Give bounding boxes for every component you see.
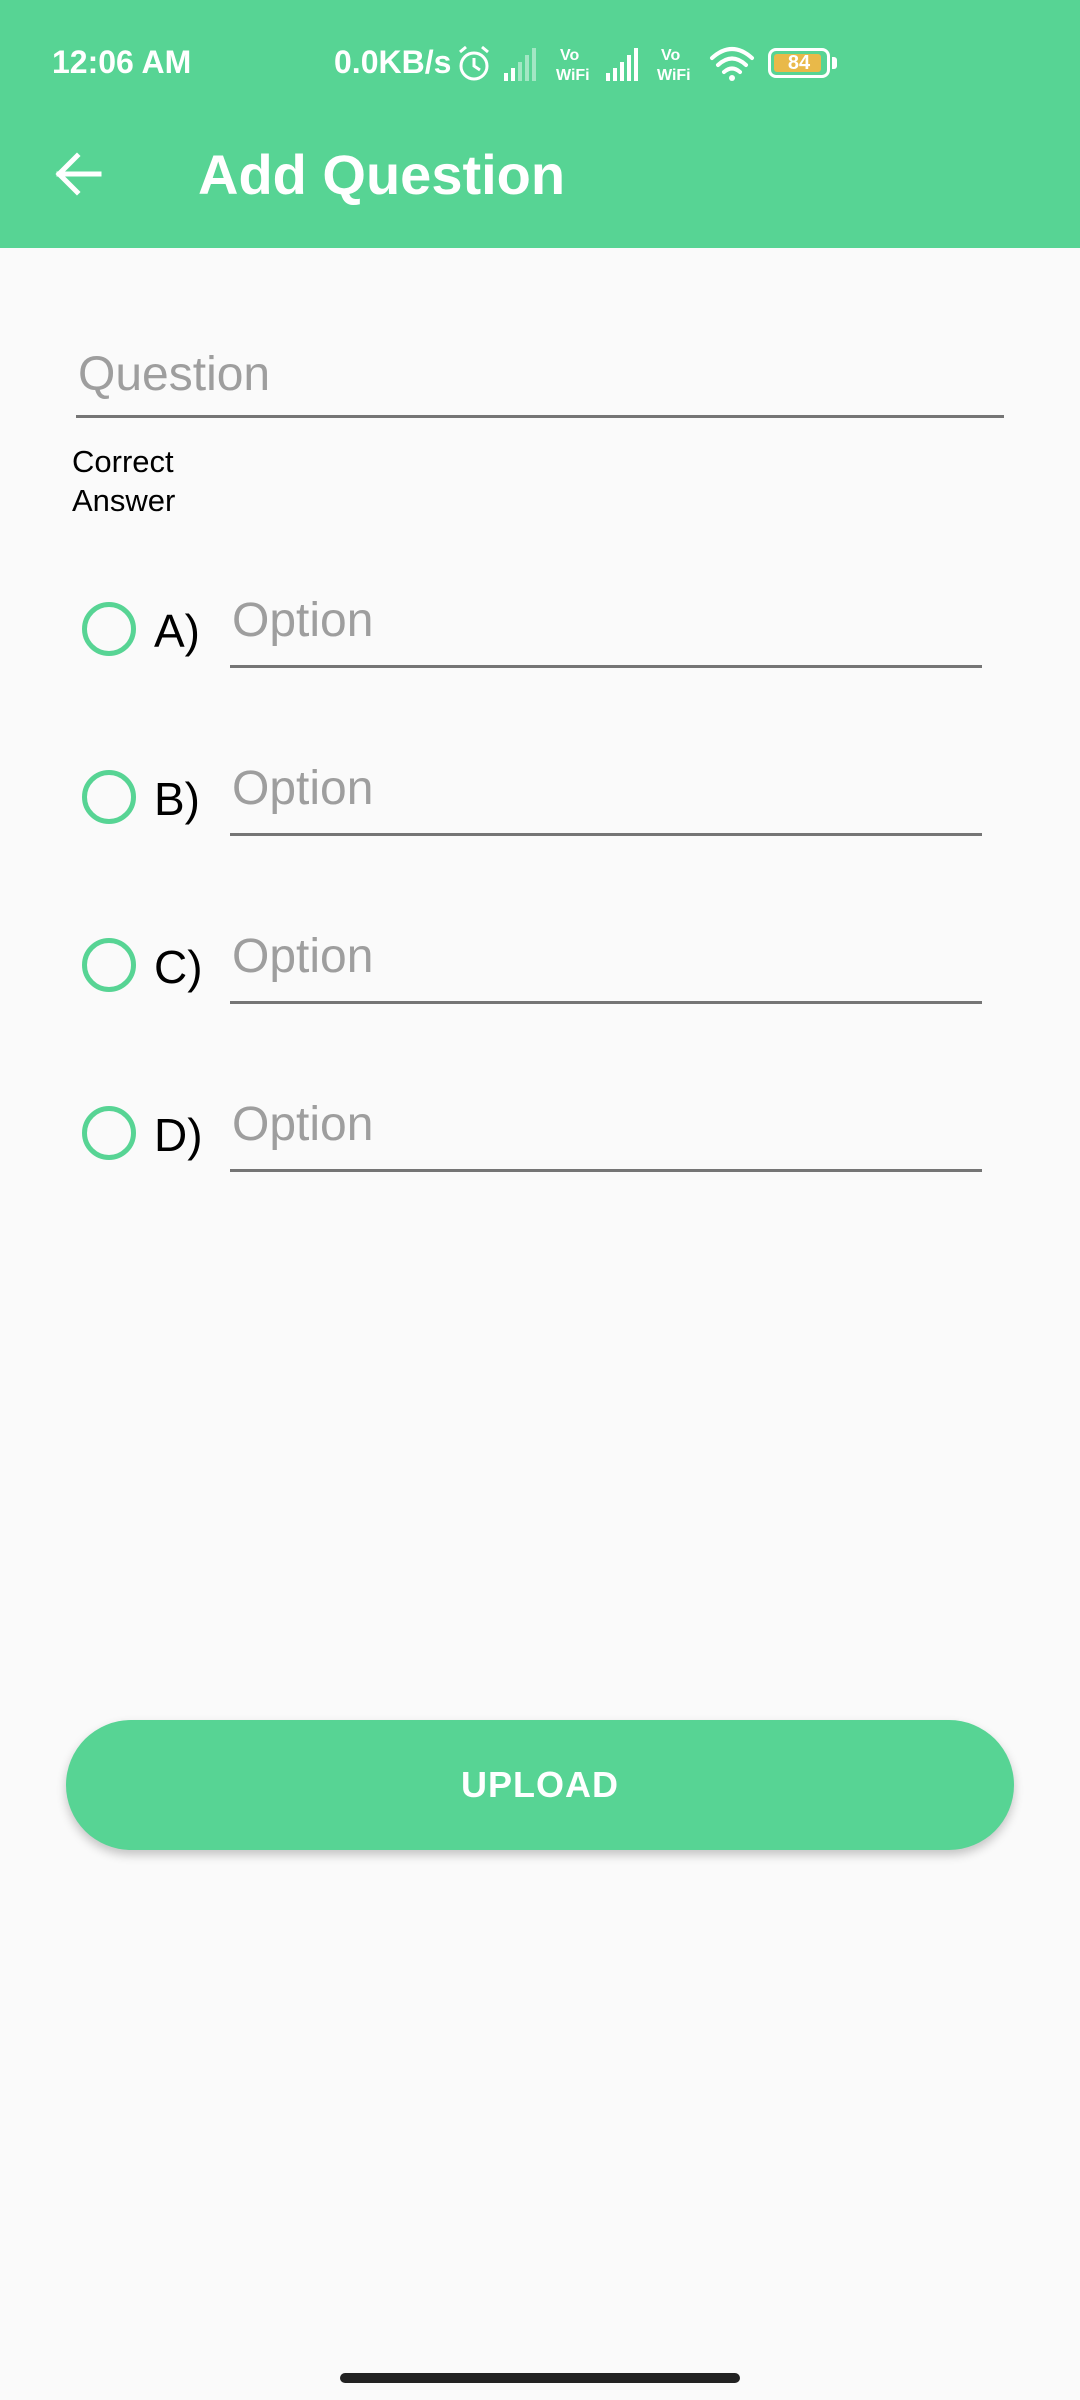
vowifi-2-icon: Vo WiFi: [657, 47, 691, 84]
status-icon-strip: Vo WiFi Vo WiFi: [459, 45, 754, 84]
status-bar: 12:06 AM 0.0KB/s Vo WiFi Vo WiFi 84: [0, 0, 1080, 130]
svg-text:Vo: Vo: [560, 47, 579, 64]
status-time: 12:06 AM: [52, 44, 192, 80]
app-bar: 12:06 AM 0.0KB/s Vo WiFi Vo WiFi 84 Add …: [0, 0, 1080, 248]
option-c-input[interactable]: [230, 922, 982, 1004]
upload-button[interactable]: UPLOAD: [66, 1720, 1014, 1850]
option-row-a: A): [0, 578, 1080, 678]
vowifi-1-icon: Vo WiFi: [556, 47, 590, 84]
radio-option-b[interactable]: [82, 770, 136, 824]
network-speed: 0.0KB/s: [334, 44, 452, 80]
option-row-d: D): [0, 1082, 1080, 1182]
question-input[interactable]: [76, 344, 1004, 418]
correct-answer-label: Correct Answer: [72, 444, 176, 518]
radio-option-a[interactable]: [82, 602, 136, 656]
battery-level: 84: [787, 52, 811, 74]
svg-text:Vo: Vo: [661, 47, 680, 64]
svg-text:WiFi: WiFi: [657, 67, 691, 84]
option-row-b: B): [0, 746, 1080, 846]
option-d-input[interactable]: [230, 1090, 982, 1172]
radio-option-c[interactable]: [82, 938, 136, 992]
back-button[interactable]: [40, 136, 116, 212]
page-title: Add Question: [198, 143, 566, 206]
radio-option-d[interactable]: [82, 1106, 136, 1160]
battery-icon: 84: [768, 48, 830, 78]
arrow-left-icon: [55, 152, 102, 196]
signal-2-icon: [606, 48, 638, 81]
option-letter-c: C): [154, 941, 203, 993]
svg-text:WiFi: WiFi: [556, 67, 590, 84]
wifi-icon: [710, 47, 754, 81]
option-b-input[interactable]: [230, 754, 982, 836]
battery-cap: [832, 57, 837, 69]
alarm-icon: [459, 45, 489, 81]
option-row-c: C): [0, 914, 1080, 1014]
option-a-input[interactable]: [230, 586, 982, 668]
signal-1-icon: [504, 48, 536, 81]
option-letter-b: B): [154, 773, 200, 825]
option-letter-a: A): [154, 605, 200, 657]
option-letter-d: D): [154, 1109, 203, 1161]
status-icons: Vo WiFi Vo WiFi: [454, 42, 764, 86]
home-indicator[interactable]: [340, 2373, 740, 2383]
